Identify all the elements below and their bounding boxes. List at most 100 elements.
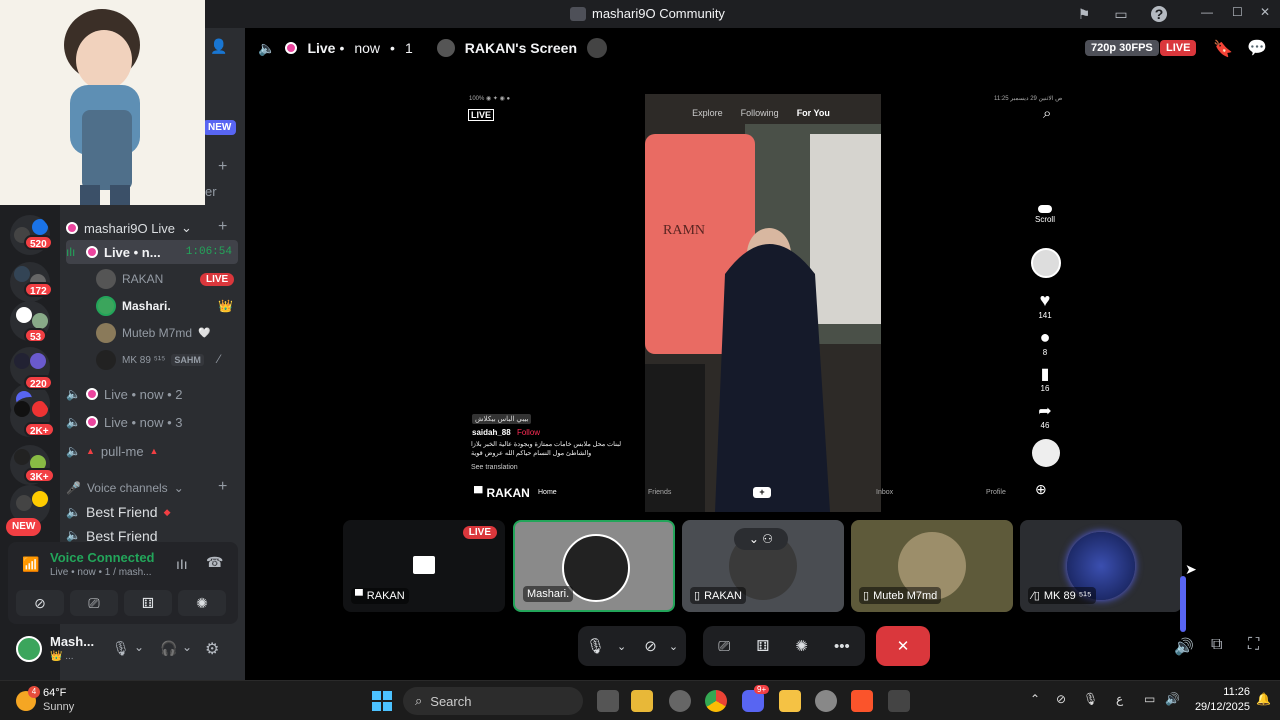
- flag-icon[interactable]: ⚑: [1076, 6, 1092, 22]
- channel-pull-me[interactable]: 🔈 ▲ pull-me ▲: [66, 439, 238, 463]
- chevron-down-icon[interactable]: ⌄: [669, 640, 678, 653]
- screen-share-icon[interactable]: ⎚: [718, 638, 730, 655]
- tiktok-live-button[interactable]: LIVE: [468, 109, 495, 121]
- activities-button[interactable]: ⚅: [124, 590, 172, 616]
- chrome-icon[interactable]: [705, 690, 727, 712]
- member-mashari[interactable]: Mashari.: [96, 295, 171, 317]
- scroll-toggle[interactable]: Scroll: [1030, 205, 1060, 224]
- add-channel-icon[interactable]: +: [218, 158, 227, 176]
- minimize-button[interactable]: —: [1201, 5, 1213, 19]
- volume-icon[interactable]: 🔊: [1165, 692, 1180, 706]
- nav-friends[interactable]: Friends: [648, 489, 671, 496]
- soundboard-button[interactable]: ✺: [178, 590, 226, 616]
- channel-live-2[interactable]: 🔈 Live • now • 2: [66, 382, 238, 406]
- add-member-icon[interactable]: 👤: [210, 38, 227, 55]
- language-indicator[interactable]: ع: [1116, 692, 1123, 706]
- disconnect-icon[interactable]: ☎: [206, 554, 223, 571]
- comment-button[interactable]: ● 8: [1030, 327, 1060, 357]
- clock-date[interactable]: 29/12/2025: [1180, 701, 1250, 713]
- maximize-button[interactable]: ☐: [1232, 5, 1243, 19]
- chevron-up-icon[interactable]: ⌃: [1030, 692, 1040, 706]
- volume-icon[interactable]: 🔊: [1174, 637, 1194, 657]
- avatar[interactable]: [16, 636, 42, 662]
- voice-category[interactable]: 🎤 Voice channels ⌄: [66, 476, 238, 500]
- channel-live-active[interactable]: ılı Live • n... 1:06:54: [66, 240, 238, 264]
- file-explorer-icon[interactable]: [631, 690, 653, 712]
- like-button[interactable]: ♥ 141: [1030, 290, 1060, 320]
- see-translation[interactable]: See translation: [471, 464, 518, 471]
- add-channel-icon[interactable]: +: [218, 478, 227, 496]
- settings-icon[interactable]: [815, 690, 837, 712]
- add-channel-icon[interactable]: +: [218, 218, 227, 236]
- notification-icon[interactable]: 🔔: [1256, 692, 1271, 706]
- tile-mk89[interactable]: ⁄▯ MK 89 ⁵¹⁵: [1020, 520, 1182, 612]
- search-icon[interactable]: ⌕: [1043, 105, 1051, 122]
- disconnect-button[interactable]: ✕: [876, 626, 930, 666]
- more-icon[interactable]: •••: [834, 638, 850, 655]
- member-mk89[interactable]: MK 89 ⁵¹⁵ SAHM: [96, 349, 204, 371]
- taskbar-search[interactable]: ⌕ Search: [403, 687, 583, 715]
- member-rakan[interactable]: RAKAN: [96, 268, 163, 290]
- activities-icon[interactable]: ⚅: [756, 637, 769, 655]
- inbox-icon[interactable]: ▭: [1113, 6, 1129, 22]
- camera-off-button[interactable]: ⊘: [16, 590, 64, 616]
- mic-icon[interactable]: 🎙: [586, 637, 605, 655]
- mic-icon[interactable]: 🎙: [112, 640, 130, 657]
- volume-slider[interactable]: [1180, 576, 1186, 632]
- tile-muteb[interactable]: ▯ Muteb M7md: [851, 520, 1013, 612]
- help-icon[interactable]: ?: [1151, 6, 1167, 22]
- tile-rakan[interactable]: ⌄ ⚇ ▯ RAKAN: [682, 520, 844, 612]
- tiktok-username[interactable]: saidah_88 Follow: [472, 428, 540, 437]
- noise-suppression-icon[interactable]: ıIı: [176, 556, 188, 572]
- chevron-down-icon[interactable]: ⌄: [134, 640, 144, 654]
- nav-profile[interactable]: Profile: [986, 489, 1006, 496]
- headphones-icon[interactable]: 🎧: [160, 640, 177, 657]
- soundboard-icon[interactable]: ✺: [795, 637, 808, 655]
- bookmark-icon[interactable]: 🔖: [1213, 39, 1233, 59]
- camera-feed[interactable]: [0, 0, 205, 205]
- nav-inbox[interactable]: Inbox: [876, 489, 893, 496]
- tile-rakan-stream[interactable]: LIVE ▀ RAKAN: [343, 520, 505, 612]
- category-live[interactable]: mashari9O Live ⌄: [66, 216, 238, 240]
- notes-icon[interactable]: [779, 690, 801, 712]
- member-muteb[interactable]: Muteb M7md 🤍: [96, 322, 210, 344]
- tab-for-you[interactable]: For You: [797, 108, 830, 118]
- close-button[interactable]: ✕: [1260, 5, 1270, 19]
- chat-icon[interactable]: 💬: [1247, 38, 1267, 58]
- network-icon[interactable]: ▭: [1144, 692, 1155, 706]
- voice-sub[interactable]: Live • now • 1 / mash...: [50, 567, 152, 578]
- screen-share-button[interactable]: ⎚: [70, 590, 118, 616]
- channel-best-friend[interactable]: 🔈 Best Friend ◆: [66, 500, 238, 524]
- creator-avatar[interactable]: [1031, 248, 1061, 278]
- clock-time[interactable]: 11:26: [1200, 686, 1250, 698]
- camera-off-icon[interactable]: ⊘: [644, 637, 657, 655]
- channel-live-3[interactable]: 🔈 Live • now • 3: [66, 410, 238, 434]
- mic-icon[interactable]: 🎙: [1083, 692, 1098, 706]
- bookmark-button[interactable]: ▮ 16: [1030, 364, 1060, 393]
- tile-mashari[interactable]: Mashari.: [513, 520, 675, 612]
- zoom-icon[interactable]: ⊕: [1035, 481, 1047, 498]
- capcut-icon[interactable]: [888, 690, 910, 712]
- triangle-icon: ▲: [149, 446, 159, 456]
- tile-actions[interactable]: ⌄ ⚇: [734, 528, 788, 550]
- chevron-down-icon[interactable]: ⌄: [182, 640, 192, 654]
- windows-start-icon[interactable]: [372, 691, 392, 711]
- tab-following[interactable]: Following: [741, 108, 779, 118]
- settings-gear-icon[interactable]: ⚙: [205, 639, 219, 659]
- share-button[interactable]: ➦ 46: [1030, 401, 1060, 430]
- brave-icon[interactable]: [851, 690, 873, 712]
- pop-out-icon[interactable]: ⧉: [1211, 636, 1222, 654]
- hashtag-chip[interactable]: بيبي الباس بيكلاش: [472, 414, 532, 424]
- fullscreen-icon[interactable]: ⛶: [1248, 636, 1259, 654]
- weather-temp[interactable]: 64°F: [43, 687, 66, 699]
- channel-best-friend-2[interactable]: 🔈 Best Friend: [66, 528, 238, 542]
- chevron-down-icon[interactable]: ⌄: [617, 640, 626, 653]
- steam-icon[interactable]: [669, 690, 691, 712]
- create-button[interactable]: +: [753, 487, 771, 498]
- music-disc[interactable]: [1032, 439, 1060, 467]
- tab-explore[interactable]: Explore: [692, 108, 723, 118]
- hidden-icon[interactable]: ⊘: [1056, 692, 1066, 706]
- task-view-icon[interactable]: [597, 690, 619, 712]
- nav-home[interactable]: Home: [538, 489, 557, 496]
- tiktok-video[interactable]: RAMN: [645, 94, 881, 512]
